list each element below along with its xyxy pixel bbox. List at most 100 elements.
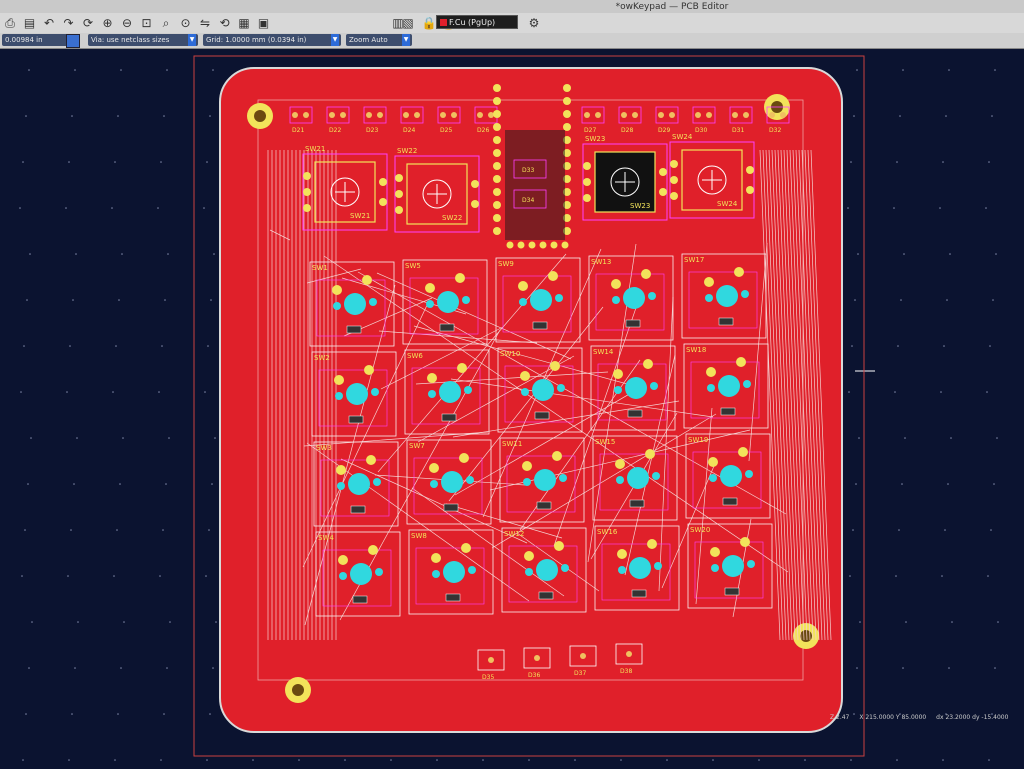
grid-dot: [528, 759, 530, 761]
switch-peg: [561, 564, 569, 572]
scripting-icon[interactable]: ⚙: [526, 15, 542, 31]
zoom-select[interactable]: Zoom Auto ▼: [346, 34, 412, 46]
undo-icon[interactable]: ↶: [41, 15, 57, 31]
zoom-fit-icon[interactable]: ⊡: [139, 15, 155, 31]
grid-dot: [988, 161, 990, 163]
switch-peg: [333, 302, 341, 310]
grid-dot: [122, 437, 124, 439]
grid-dot: [205, 575, 207, 577]
grid-dot: [212, 69, 214, 71]
switch-center-hole: [443, 561, 465, 583]
encoder-label: SW22: [442, 214, 462, 222]
grid-dot: [804, 759, 806, 761]
footprint-icon[interactable]: ▧: [400, 15, 416, 31]
grid-dot: [758, 759, 760, 761]
led-pad: [732, 112, 738, 118]
grid-dot: [166, 69, 168, 71]
switch-peg: [337, 482, 345, 490]
grid-dot: [851, 345, 853, 347]
zoom-objects-icon[interactable]: ⌕: [158, 15, 174, 31]
switch-peg: [432, 570, 440, 578]
grid-dot: [898, 529, 900, 531]
grid-dot: [896, 759, 898, 761]
header-pin: [493, 149, 501, 157]
zoom-out-icon[interactable]: ⊖: [119, 15, 135, 31]
encoder-label: SW24: [717, 200, 738, 208]
grid-dot: [943, 345, 945, 347]
grid-dot: [994, 667, 996, 669]
grid-select[interactable]: Grid: 1.0000 mm (0.0394 in) ▼: [203, 34, 341, 46]
grid-dot: [208, 529, 210, 531]
led-pad: [743, 112, 749, 118]
switch-peg: [369, 298, 377, 306]
switch-pin: [457, 363, 467, 373]
grid-dot: [204, 391, 206, 393]
track-mode-icon[interactable]: [66, 34, 80, 48]
track-width-select[interactable]: 0.00984 in▼: [2, 34, 76, 46]
grid-dot: [119, 483, 121, 485]
via-size-select[interactable]: Via: use netclass sizes ▼: [88, 34, 198, 46]
grid-dot: [70, 529, 72, 531]
grid-dot: [168, 437, 170, 439]
flip-icon[interactable]: ⇋: [197, 15, 213, 31]
grid-dot: [25, 115, 27, 117]
redo-icon[interactable]: ↷: [61, 15, 77, 31]
lock-icon[interactable]: 🔒: [421, 15, 437, 31]
header-pin: [563, 110, 571, 118]
switch-label: SW15: [595, 438, 615, 446]
group-icon[interactable]: ▣: [256, 15, 272, 31]
grid-dot: [847, 207, 849, 209]
switch-diode: [350, 505, 366, 514]
layer-select[interactable]: F.Cu (PgUp): [436, 15, 518, 29]
zoom-in-icon[interactable]: ⊕: [100, 15, 116, 31]
led-pad: [303, 112, 309, 118]
refresh-icon[interactable]: ⟳: [80, 15, 96, 31]
header-pin: [493, 97, 501, 105]
switch-diode: [348, 415, 364, 424]
encoder-pad: [395, 174, 403, 182]
pcb-canvas[interactable]: D21 D22 D23 D24 D25 D26 D27 D28 D29 D30 D31 D32 D33 D…: [0, 49, 1024, 769]
encoder-pad: [746, 186, 754, 194]
grid-dot: [893, 207, 895, 209]
switch-pin: [336, 465, 346, 475]
grid-dot: [206, 759, 208, 761]
grid-dot: [948, 69, 950, 71]
grid-dot: [995, 253, 997, 255]
led-label: D25: [440, 127, 452, 134]
led-pad: [488, 657, 494, 663]
grid-dot: [206, 161, 208, 163]
led-pad: [414, 112, 420, 118]
track-width-value: 0.00984 in: [5, 36, 43, 44]
switch-center-hole: [346, 383, 368, 405]
zoom-selection-icon[interactable]: ⊙: [178, 15, 194, 31]
rotate-icon[interactable]: ⟲: [217, 15, 233, 31]
grid-dot: [859, 621, 861, 623]
switch-peg: [705, 294, 713, 302]
main-toolbar: ⎙▤↶↷⟳⊕⊖⊡⌕⊙⇋⟲▦▣🔒🔓▥▧◩⚙F.Cu (PgUp): [0, 13, 1024, 34]
switch-pin: [338, 555, 348, 565]
grid-dot: [948, 667, 950, 669]
print-icon[interactable]: ⎙: [2, 15, 18, 31]
switch-label: SW20: [690, 526, 710, 534]
led-pad: [584, 112, 590, 118]
grid-icon[interactable]: ▦: [236, 15, 252, 31]
switch-diode: [536, 501, 552, 510]
grid-dot: [897, 345, 899, 347]
grid-dot: [114, 161, 116, 163]
window-titlebar: *owKeypad — PCB Editor: [0, 0, 1024, 14]
grid-dot: [895, 575, 897, 577]
grid-dot: [209, 713, 211, 715]
encoder-pad: [303, 172, 311, 180]
encoder-pad: [471, 180, 479, 188]
grid-dot: [212, 667, 214, 669]
layer-select-label: F.Cu (PgUp): [449, 18, 496, 27]
led-label: D23: [366, 127, 378, 134]
led-pad: [488, 112, 494, 118]
chevron-down-icon: ▼: [188, 34, 196, 46]
switch-peg: [371, 388, 379, 396]
grid-dot: [163, 115, 165, 117]
plot-icon[interactable]: ▤: [22, 15, 38, 31]
led-pad: [292, 112, 298, 118]
grid-dot: [77, 621, 79, 623]
grid-dot: [74, 667, 76, 669]
